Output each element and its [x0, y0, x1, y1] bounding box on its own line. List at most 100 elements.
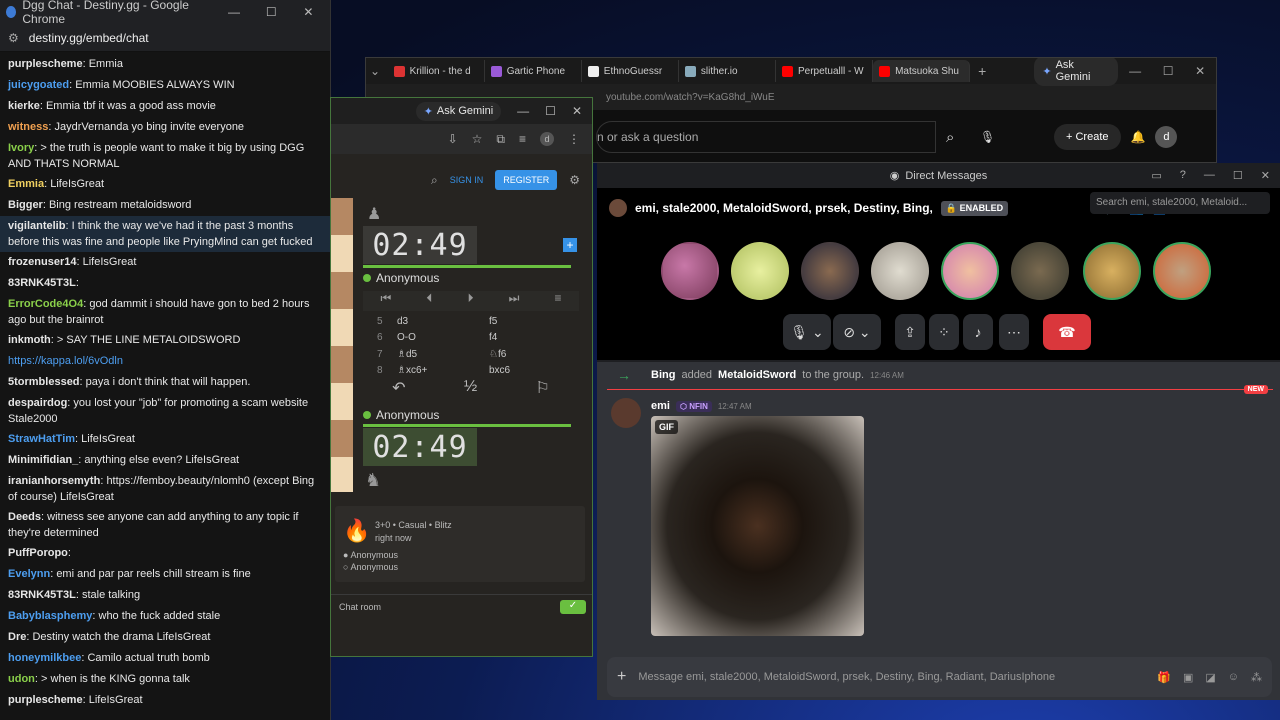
close-button[interactable]: ✕ [293, 5, 324, 19]
chat-username[interactable]: Evelynn [8, 568, 50, 580]
participant-avatar[interactable] [941, 242, 999, 300]
notifications-icon[interactable]: 🔔 [1131, 130, 1146, 144]
chat-username[interactable]: despairdog [8, 397, 67, 409]
participant-avatar[interactable] [1153, 242, 1211, 300]
gif-embed[interactable]: GIF [651, 416, 864, 636]
tab-krillion[interactable]: Krillion - the d [388, 60, 485, 82]
emoji-icon[interactable]: ☺ [1228, 671, 1239, 683]
chat-username[interactable]: PuffPoropo [8, 547, 68, 559]
maximize-button[interactable]: ☐ [545, 104, 556, 118]
mute-mic-button[interactable]: 🎙 ⌄ [783, 314, 831, 350]
extensions-icon[interactable]: ⧉ [496, 132, 505, 147]
move-cell[interactable]: f5 [489, 316, 497, 327]
move-row[interactable]: 8 ♗xc6+ bxc6 [363, 363, 583, 380]
chess-browser-window[interactable]: ✦ Ask Gemini — ☐ ✕ ⇩ ☆ ⧉ ≡ d ⋮ ⌕ SIGN IN REGIS… [330, 97, 593, 657]
chat-username[interactable]: Bigger [8, 199, 43, 211]
chat-username[interactable]: honeymilkbee [8, 652, 81, 664]
move-cell[interactable]: ♗xc6+ [397, 365, 489, 376]
chessboard-edge[interactable] [331, 198, 353, 492]
ask-gemini-button[interactable]: ✦ Ask Gemini [1034, 58, 1119, 86]
chat-username[interactable]: 5tormblessed [8, 376, 80, 388]
tab-perpetual[interactable]: Perpetualll - W [776, 60, 874, 82]
chat-username[interactable]: ErrorCode4O4 [8, 298, 83, 310]
chat-username[interactable]: vigilantelib [8, 220, 65, 232]
chat-username[interactable]: 83RNK45T3L [8, 589, 76, 601]
chat-username[interactable]: purplescheme [8, 58, 83, 70]
inbox-icon[interactable]: ▭ [1151, 169, 1161, 182]
player-black[interactable]: ○ Anonymous [343, 562, 398, 572]
chat-username[interactable]: StrawHatTim [8, 433, 75, 445]
first-move-icon[interactable]: ⏮ [381, 291, 392, 311]
move-cell[interactable]: bxc6 [489, 365, 510, 376]
camera-toggle-button[interactable]: ⊘ ⌄ [833, 314, 881, 350]
message-input[interactable]: + Message emi, stale2000, MetaloidSword,… [607, 657, 1272, 697]
last-move-icon[interactable]: ⏭ [509, 291, 520, 311]
tab-search-icon[interactable]: ⌄ [370, 64, 388, 78]
move-nav-bar[interactable]: ⏮ ⏴ ⏵ ⏭ ≡ [363, 291, 579, 311]
chat-username[interactable]: kierke [8, 100, 40, 112]
bookmark-star-icon[interactable]: ☆ [472, 132, 483, 146]
message-author[interactable]: emi [651, 400, 670, 412]
chat-username[interactable]: Deeds [8, 511, 41, 523]
dgg-chat-window[interactable]: Dgg Chat - Destiny.gg - Google Chrome — … [0, 0, 331, 720]
tab-slither[interactable]: slither.io [679, 60, 776, 82]
chat-message-list[interactable]: purplescheme: Emmia juicygoated: Emmia MO… [0, 52, 330, 713]
player-white[interactable]: ● Anonymous [343, 550, 398, 560]
chat-username[interactable]: frozenuser14 [8, 256, 76, 268]
chat-username[interactable]: inkmoth [8, 334, 51, 346]
participant-avatar[interactable] [1011, 242, 1069, 300]
chat-url-bar[interactable]: ⚙ destiny.gg/embed/chat [0, 24, 330, 52]
chat-room-toggle[interactable]: ✓ [560, 599, 586, 614]
move-row[interactable]: 5 d3 f5 [363, 313, 583, 330]
soundboard-icon[interactable]: ♪ [963, 314, 993, 350]
next-move-icon[interactable]: ⏵ [467, 291, 473, 311]
move-row[interactable]: 6 O-O f4 [363, 330, 583, 347]
move-row[interactable]: 7 ♗d5 ♘f6 [363, 346, 583, 363]
close-button[interactable]: ✕ [572, 104, 582, 118]
minimize-button[interactable]: — [218, 5, 249, 19]
site-info-icon[interactable]: ⚙ [8, 31, 19, 45]
participant-avatar[interactable] [871, 242, 929, 300]
new-tab-icon[interactable]: + [970, 63, 994, 79]
tab-gartic[interactable]: Gartic Phone [485, 60, 582, 82]
takeback-icon[interactable]: ↶ [392, 378, 405, 398]
add-time-button[interactable]: + [563, 238, 577, 252]
gif-picker-icon[interactable]: ▣ [1183, 671, 1193, 684]
group-name[interactable]: emi, stale2000, MetaloidSword, prsek, De… [635, 201, 933, 215]
more-options-icon[interactable]: ⋯ [999, 314, 1029, 350]
ask-gemini-button[interactable]: ✦ Ask Gemini [415, 101, 502, 121]
maximize-button[interactable]: ☐ [1233, 169, 1243, 182]
tab-matsuoka[interactable]: Matsuoka Shu [873, 60, 971, 82]
chat-username[interactable]: udon [8, 673, 35, 685]
move-cell[interactable]: ♘f6 [489, 349, 506, 360]
menu-icon[interactable]: ⋮ [568, 132, 580, 146]
search-icon[interactable]: ⌕ [431, 173, 438, 188]
move-cell[interactable]: f4 [489, 332, 497, 343]
youtube-search-input[interactable]: n or ask a question [596, 121, 936, 153]
move-list[interactable]: 5 d3 f5 6 O-O f4 7 ♗d5 ♘f6 8 ♗xc6+ bxc6 [363, 313, 583, 379]
chat-username[interactable]: 83RNK45T3L [8, 277, 76, 289]
offer-draw-icon[interactable]: ½ [464, 378, 477, 398]
gift-icon[interactable]: 🎁 [1157, 671, 1171, 684]
participant-avatar[interactable] [731, 242, 789, 300]
profile-avatar[interactable]: d [540, 132, 554, 146]
close-button[interactable]: ✕ [1261, 169, 1270, 182]
chat-username[interactable]: Ivory [8, 142, 34, 154]
account-avatar[interactable]: d [1155, 126, 1178, 148]
moves-menu-icon[interactable]: ≡ [554, 291, 561, 311]
author-avatar[interactable] [611, 398, 641, 428]
chat-username[interactable]: Babyblasphemy [8, 610, 92, 622]
move-cell[interactable]: d3 [397, 316, 489, 327]
tab-ethnoguessr[interactable]: EthnoGuessr [582, 60, 679, 82]
help-icon[interactable]: ? [1180, 169, 1186, 182]
create-button[interactable]: + Create [1054, 124, 1121, 150]
attach-plus-icon[interactable]: + [617, 668, 626, 686]
minimize-button[interactable]: — [517, 104, 529, 118]
move-cell[interactable]: ♗d5 [397, 349, 489, 360]
discord-window[interactable]: ◉ Direct Messages ▭? — ☐ ✕ emi, stale2000, M… [597, 163, 1280, 700]
media-icon[interactable]: ≡ [519, 132, 526, 146]
chat-username[interactable]: Minimifidian_ [8, 454, 78, 466]
leave-call-button[interactable]: ☎ [1043, 314, 1091, 350]
chat-username[interactable]: purplescheme [8, 694, 83, 706]
window-controls[interactable]: — ☐ ✕ [1118, 64, 1216, 78]
